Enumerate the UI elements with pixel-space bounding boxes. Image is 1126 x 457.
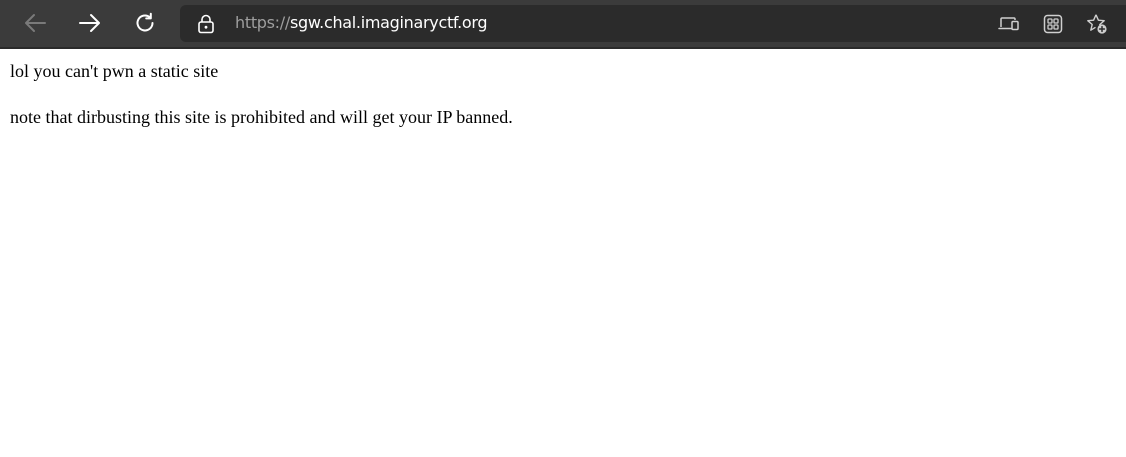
lock-icon[interactable] — [197, 14, 215, 34]
back-button[interactable] — [18, 7, 52, 39]
page-text-notice: note that dirbusting this site is prohib… — [10, 107, 513, 127]
forward-arrow-icon — [78, 13, 102, 33]
browser-toolbar: https://sgw.chal.imaginaryctf.org — [0, 0, 1126, 47]
url-text[interactable]: https://sgw.chal.imaginaryctf.org — [235, 13, 488, 33]
back-arrow-icon — [23, 13, 47, 33]
refresh-icon — [134, 12, 156, 34]
forward-button[interactable] — [73, 7, 107, 39]
devices-icon[interactable] — [998, 13, 1020, 35]
extensions-icon[interactable] — [1042, 13, 1064, 35]
address-bar[interactable]: https://sgw.chal.imaginaryctf.org — [180, 5, 1126, 42]
add-favorite-icon[interactable] — [1086, 13, 1108, 35]
toolbar-divider — [0, 47, 1126, 49]
page-text-line: lol you can't pwn a static site — [10, 61, 219, 81]
refresh-button[interactable] — [128, 7, 162, 39]
url-host: sgw.chal.imaginaryctf.org — [289, 13, 488, 32]
url-scheme: https:// — [235, 13, 290, 32]
